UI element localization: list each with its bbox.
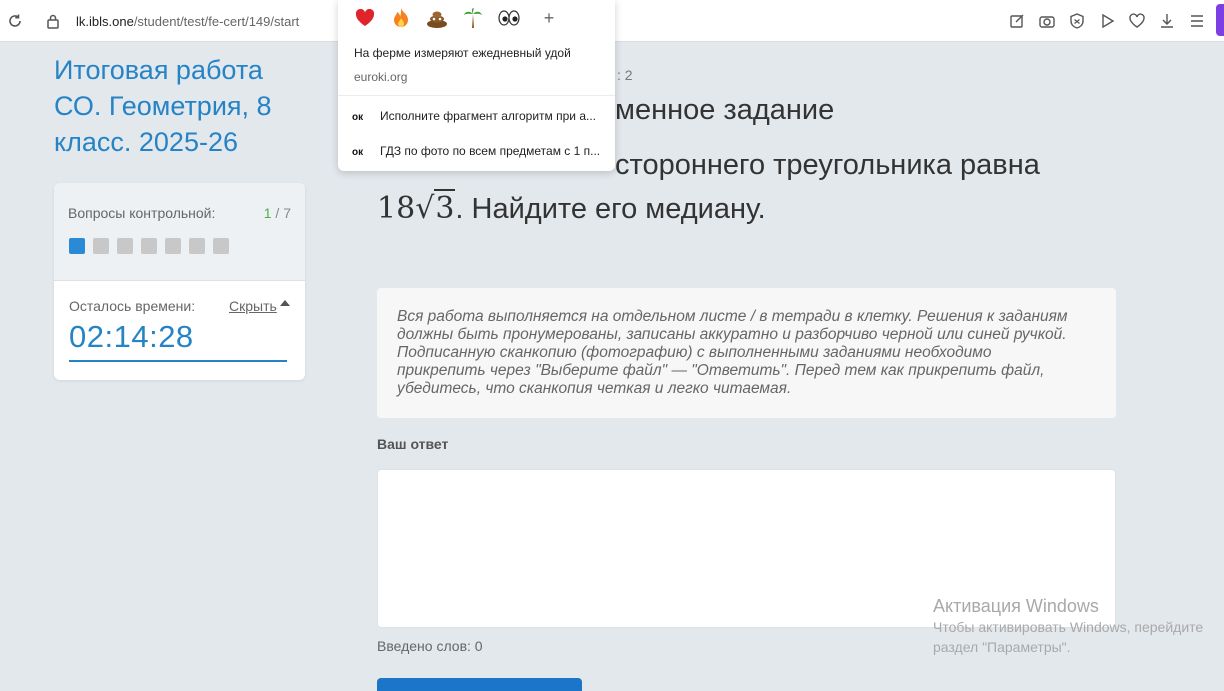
address-bar[interactable]: lk.ibls.one/student/test/fe-cert/149/sta… [76,14,299,29]
questions-counter: 1 / 7 [264,205,291,221]
word-count: Введено слов: 0 [377,638,483,654]
popup-link-text: ГДЗ по фото по всем предметам с 1 п... [380,144,601,158]
heart-icon[interactable] [354,7,376,29]
question-4-button[interactable] [141,238,157,254]
test-title: Итоговая работа СО. Геометрия, 8 класс. … [54,55,272,157]
popup-source[interactable]: euroki.org [354,70,407,84]
fire-icon[interactable] [390,7,412,29]
instructions-text: Вся работа выполняется на отдельном лист… [397,308,1068,397]
task-type-text: менное задание [615,94,835,126]
watermark-line-1: Чтобы активировать Windows, перейдите [933,619,1204,635]
ok-badge-icon: ок [352,112,364,123]
time-remaining-label: Осталось времени: [69,298,196,314]
question-5-button[interactable] [165,238,181,254]
question-3-button[interactable] [117,238,133,254]
url-path: /student/test/fe-cert/149/start [133,14,300,29]
eyes-icon[interactable] [498,7,520,29]
questions-total: / 7 [275,205,291,221]
question-2-button[interactable] [93,238,109,254]
browser-popup: + На ферме измеряют ежедневный удой euro… [338,0,615,171]
lock-icon[interactable] [46,13,60,29]
task-line-2-text: . Найдите его медиану. [455,193,766,225]
countdown-timer: 02:14:28 [69,319,194,354]
ok-badge-icon: ок [352,147,364,158]
toolbar-actions [1008,12,1206,30]
watermark-title: Активация Windows [933,596,1099,616]
task-line-2: 18√3. Найдите его медиану. [377,187,1077,231]
poop-icon[interactable] [426,7,448,29]
questions-panel: Вопросы контрольной: 1 / 7 [54,183,305,281]
popup-link-item[interactable]: ок ГДЗ по фото по всем предметам с 1 п... [352,144,602,158]
submit-button[interactable] [377,678,582,691]
sidebar-toggle-tab[interactable] [1216,4,1224,36]
palm-tree-icon[interactable] [462,7,484,29]
popup-divider [338,95,615,96]
reaction-row: + [354,7,560,29]
answer-label: Ваш ответ [377,436,449,452]
shield-icon[interactable] [1068,12,1086,30]
timer-underline [69,360,287,362]
question-1-button[interactable] [69,238,85,254]
menu-icon[interactable] [1188,12,1206,30]
instructions-box: Вся работа выполняется на отдельном лист… [377,288,1116,418]
popup-title[interactable]: На ферме измеряют ежедневный удой [354,46,571,60]
test-sidebar: Итоговая работа СО. Геометрия, 8 класс. … [0,42,337,691]
url-host: lk.ibls.one [76,14,134,29]
edit-icon[interactable] [1008,12,1026,30]
camera-icon[interactable] [1038,12,1056,30]
question-6-button[interactable] [189,238,205,254]
popup-link-text: Исполните фрагмент алгоритм при а... [380,109,597,123]
questions-current: 1 [263,205,272,221]
question-navigator [69,238,229,254]
progress-card: Вопросы контрольной: 1 / 7 Осталось врем… [54,183,305,380]
download-icon[interactable] [1158,12,1176,30]
windows-activation-watermark: Активация Windows Чтобы активировать Win… [933,595,1224,657]
math-radicand: 3 [434,189,456,226]
heart-outline-icon[interactable] [1128,12,1146,30]
play-icon[interactable] [1098,12,1116,30]
watermark-line-2: раздел "Параметры". [933,639,1071,655]
task-line-1-text: стороннего треугольника равна [615,149,1040,181]
reload-icon[interactable] [6,12,24,30]
questions-label: Вопросы контрольной: [68,205,216,221]
math-coefficient: 18 [377,191,416,226]
popup-link-item[interactable]: ок Исполните фрагмент алгоритм при а... [352,109,602,123]
math-expression: 18√3 [377,189,456,226]
hide-timer-link[interactable]: Скрыть [229,298,277,314]
add-reaction-button[interactable]: + [538,7,560,29]
caret-up-icon[interactable] [280,300,290,306]
task-meta: : 2 [617,67,633,83]
question-7-button[interactable] [213,238,229,254]
